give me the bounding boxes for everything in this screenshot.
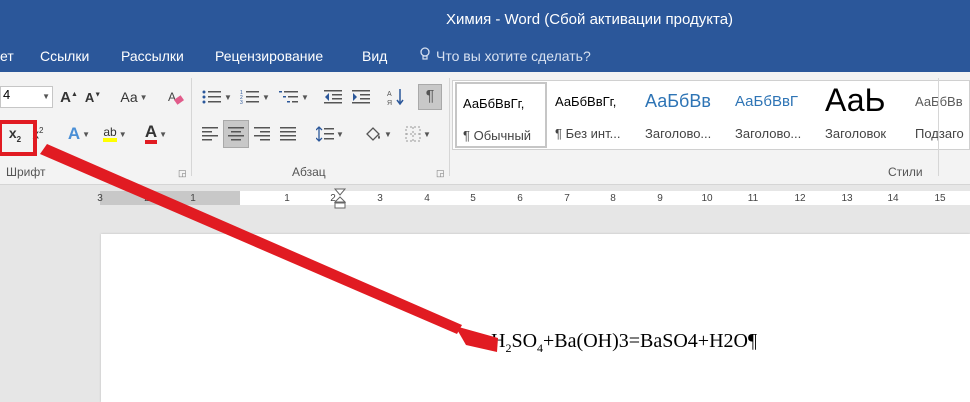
annotation-arrow — [40, 144, 498, 352]
annotation-arrow-head — [455, 326, 498, 352]
annotation-arrow-shaft — [40, 144, 462, 334]
